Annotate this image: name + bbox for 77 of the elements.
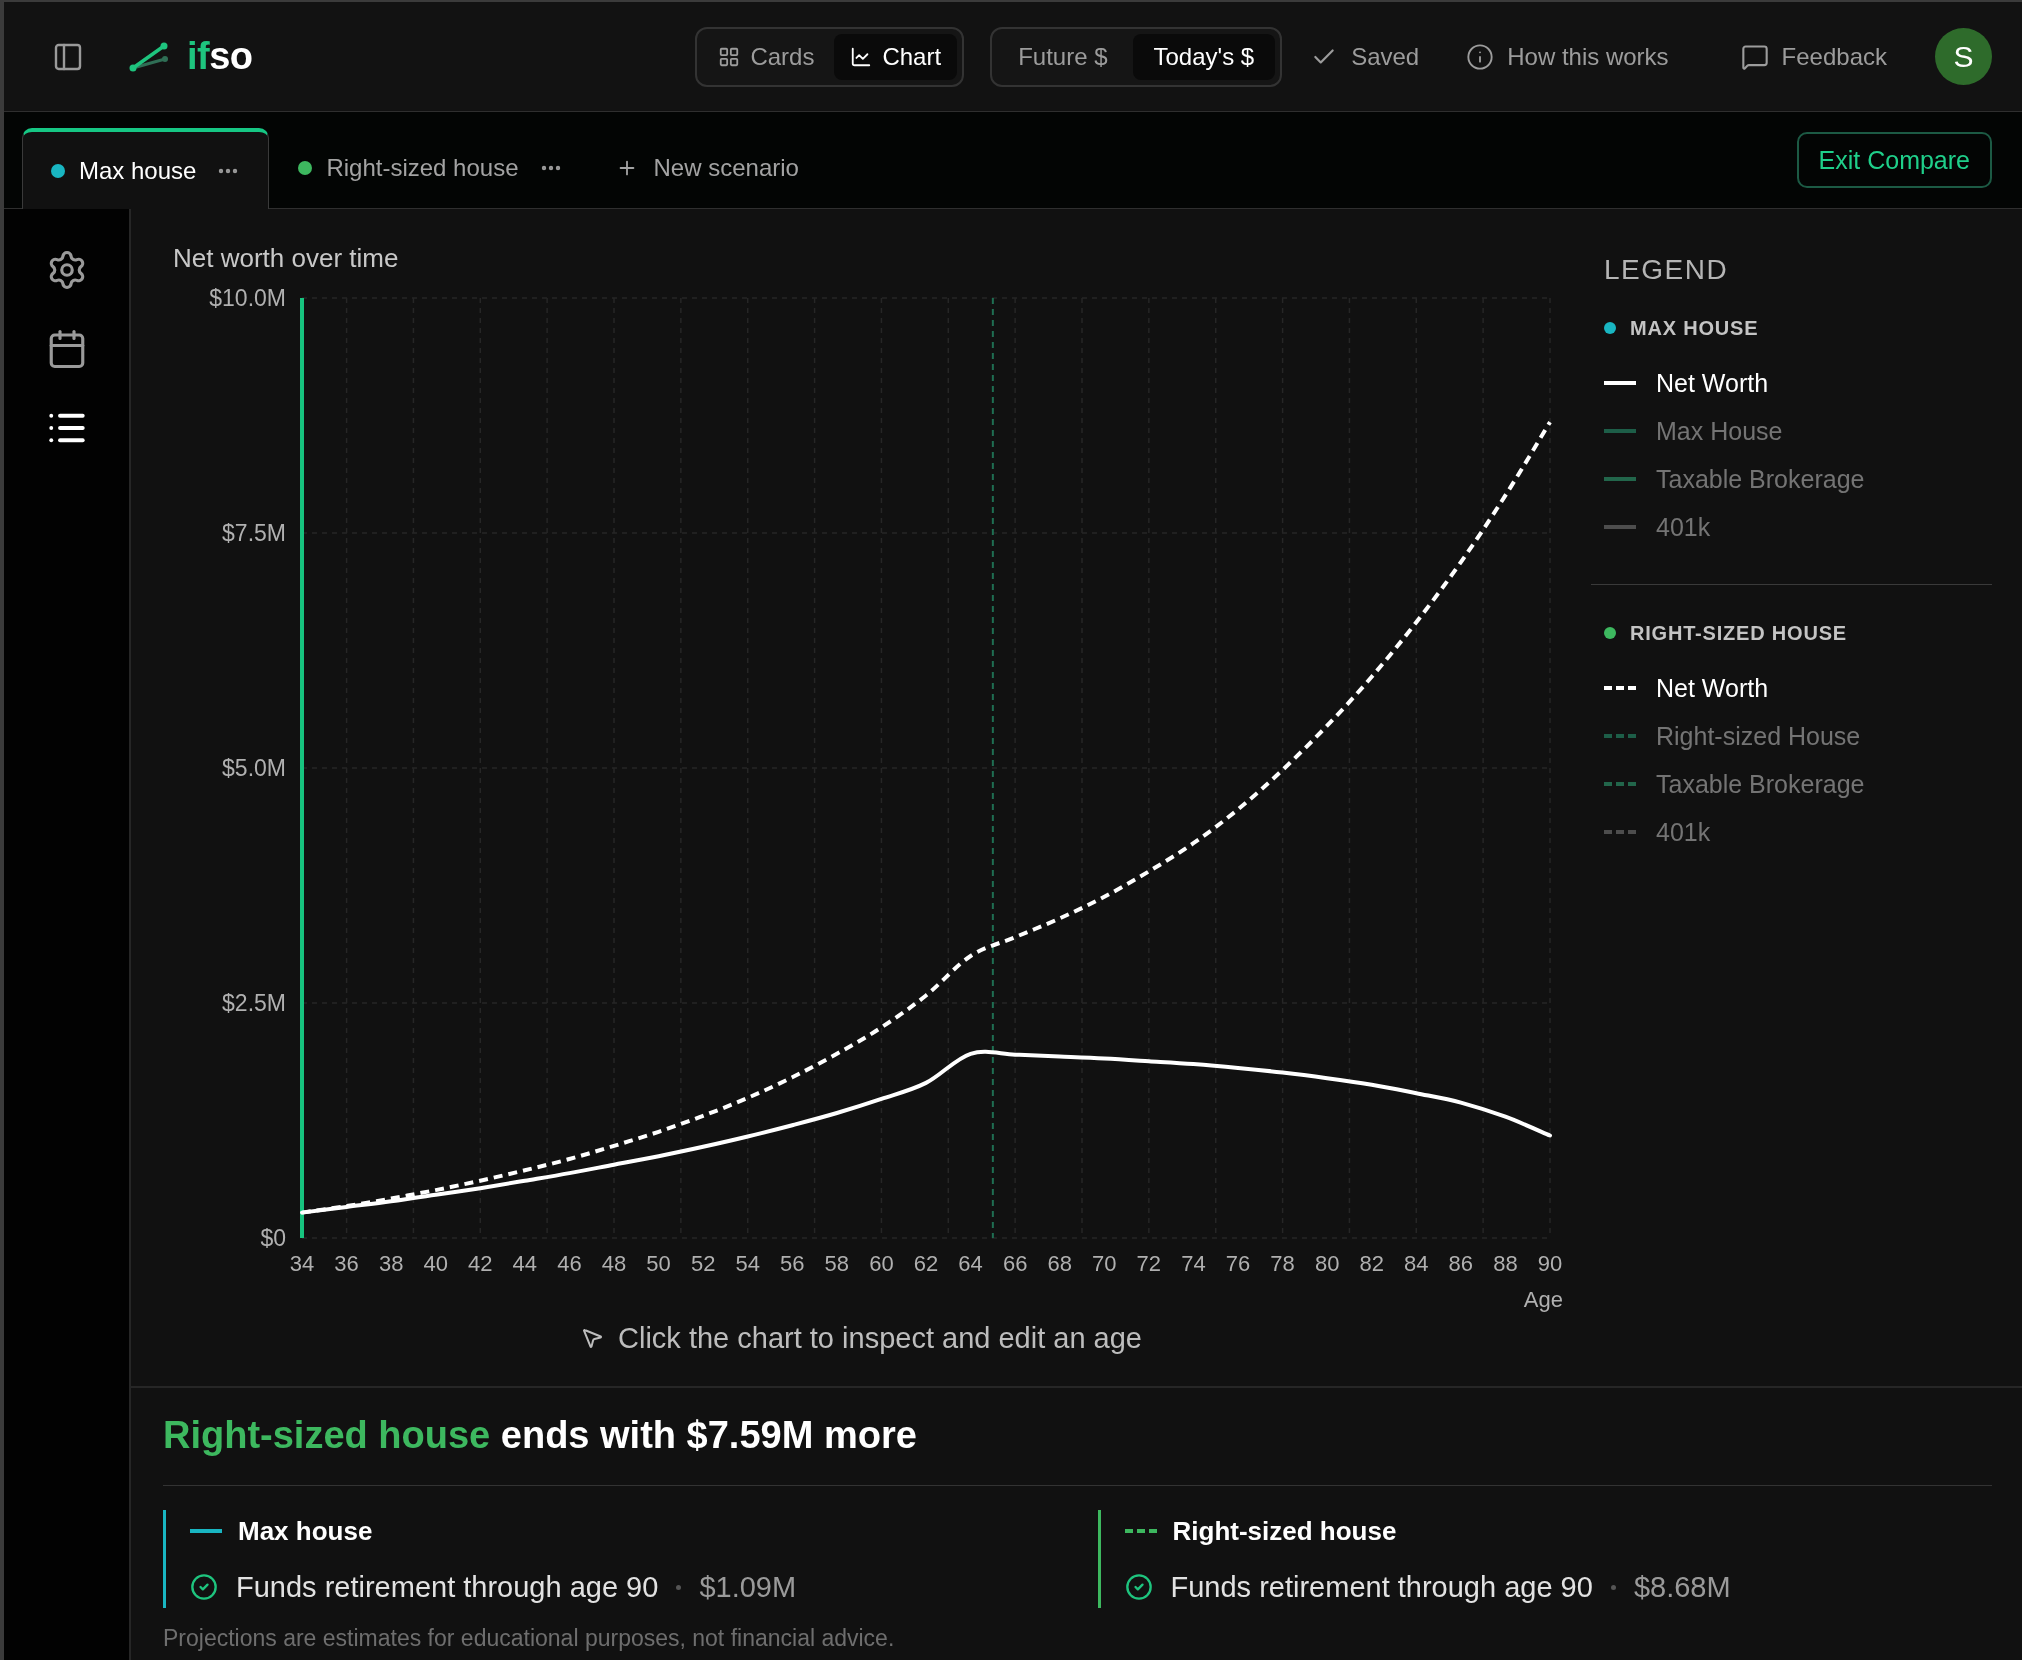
x-axis-label: 68 xyxy=(1047,1251,1072,1276)
x-axis-label: 60 xyxy=(869,1251,894,1276)
scenario-tab[interactable]: Right-sized house xyxy=(269,128,592,209)
x-axis-label: 76 xyxy=(1225,1251,1251,1276)
x-axis-label: 86 xyxy=(1448,1251,1474,1276)
y-axis-label: $5.0M xyxy=(222,755,286,781)
legend-item[interactable]: Net Worth xyxy=(1604,359,1769,407)
legend-item[interactable]: 401k xyxy=(1604,808,1711,856)
legend-item[interactable]: Taxable Brokerage xyxy=(1604,455,1865,503)
x-axis-label: 70 xyxy=(1092,1251,1117,1276)
legend-item[interactable]: Taxable Brokerage xyxy=(1604,760,1865,808)
amount-value: $8.68M xyxy=(1633,1570,1731,1605)
comparison-headline: Right-sized house ends with $7.59M more xyxy=(163,1413,917,1458)
legend-group-title: RIGHT-SIZED HOUSE xyxy=(1630,621,1847,645)
disclaimer-text: Projections are estimates for educational purposes, not financial advice. xyxy=(163,1625,895,1651)
chart-title: Net worth over time xyxy=(173,243,399,273)
x-axis-label: 54 xyxy=(735,1251,760,1276)
currency-option[interactable]: Today's $ xyxy=(1132,33,1276,80)
x-axis-label: 50 xyxy=(646,1251,671,1276)
x-axis-label: 82 xyxy=(1359,1251,1384,1276)
app-logo: ifso xyxy=(187,35,253,78)
x-axis-label: 62 xyxy=(913,1251,939,1276)
x-axis-label: 64 xyxy=(958,1251,983,1276)
feedback-button[interactable]: Feedback xyxy=(1740,42,1887,71)
x-axis-label: 52 xyxy=(690,1251,716,1276)
info-icon xyxy=(1466,42,1495,71)
chart-hint: Click the chart to inspect and edit an age xyxy=(618,1321,1142,1355)
status-text: Funds retirement through age 90 xyxy=(1170,1570,1593,1605)
cursor-icon xyxy=(580,1326,605,1350)
status-text: Funds retirement through age 90 xyxy=(236,1570,659,1605)
x-axis-label: 72 xyxy=(1136,1251,1162,1276)
x-axis-label: 38 xyxy=(378,1251,404,1276)
separator-dot-icon xyxy=(1610,1584,1616,1590)
y-axis-label: $7.5M xyxy=(222,520,286,546)
scenario-name: Max house xyxy=(238,1515,373,1547)
x-axis-label: 84 xyxy=(1404,1251,1429,1276)
legend-item[interactable]: Max House xyxy=(1604,407,1783,455)
x-axis-label: 66 xyxy=(1002,1251,1028,1276)
x-axis-label: 80 xyxy=(1314,1251,1340,1276)
amount-value: $1.09M xyxy=(699,1570,797,1605)
x-axis-title: Age xyxy=(1523,1287,1563,1312)
x-axis-label: 36 xyxy=(334,1251,359,1276)
legend-item[interactable]: Right-sized House xyxy=(1604,712,1861,760)
logo-icon xyxy=(129,41,169,72)
x-axis-label: 46 xyxy=(557,1251,582,1276)
x-axis-label: 40 xyxy=(423,1251,448,1276)
legend-item[interactable]: Net Worth xyxy=(1604,664,1769,712)
x-axis-label: 78 xyxy=(1270,1251,1295,1276)
y-axis-label: $0 xyxy=(260,1225,286,1251)
y-axis-label: $2.5M xyxy=(222,990,286,1016)
x-axis-label: 48 xyxy=(601,1251,627,1276)
scenario-name: Right-sized house xyxy=(1172,1515,1397,1547)
y-axis-label: $10.0M xyxy=(209,285,286,311)
view-option[interactable]: Chart xyxy=(834,33,958,80)
grid-icon xyxy=(718,45,741,68)
currency-option[interactable]: Future $ xyxy=(997,33,1129,80)
legend-group-title: MAX HOUSE xyxy=(1630,316,1759,340)
x-axis-label: 88 xyxy=(1493,1251,1518,1276)
speech-bubble-icon xyxy=(1740,42,1769,71)
exit-compare-button[interactable]: Exit Compare xyxy=(1796,132,1992,188)
line-chart-icon xyxy=(850,45,873,68)
x-axis-label: 42 xyxy=(468,1251,493,1276)
help-link[interactable]: How this works xyxy=(1466,42,1669,71)
scenario-tab[interactable]: Max house xyxy=(22,128,270,209)
legend-title: LEGEND xyxy=(1604,255,1729,285)
x-axis-label: 44 xyxy=(512,1251,538,1276)
x-axis-label: 90 xyxy=(1537,1251,1563,1276)
legend-item[interactable]: 401k xyxy=(1604,503,1711,551)
x-axis-label: 56 xyxy=(780,1251,805,1276)
x-axis-label: 74 xyxy=(1181,1251,1206,1276)
save-status: Saved xyxy=(1351,42,1420,71)
new-scenario-button[interactable]: New scenario xyxy=(615,154,799,182)
separator-dot-icon xyxy=(676,1584,682,1590)
user-avatar[interactable]: S xyxy=(1935,28,1992,85)
view-option[interactable]: Cards xyxy=(702,33,831,80)
x-axis-label: 58 xyxy=(824,1251,850,1276)
x-axis-label: 34 xyxy=(289,1251,315,1276)
